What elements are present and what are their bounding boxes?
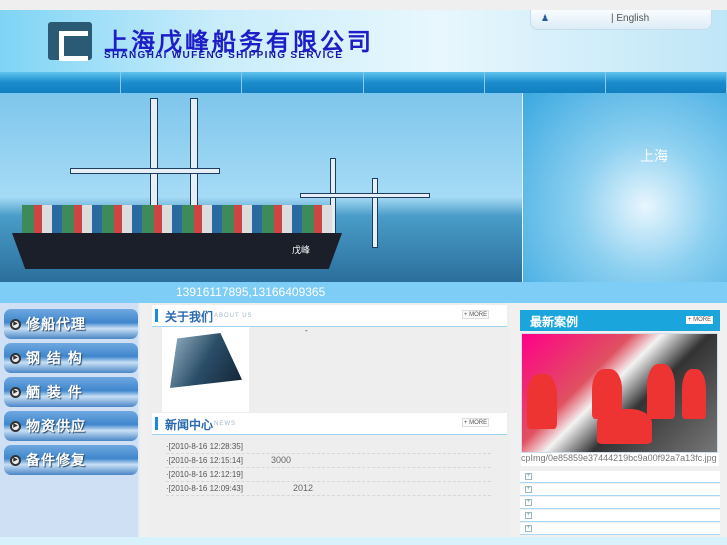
language-box: ♟ | English (530, 10, 712, 30)
english-link[interactable]: | English (611, 13, 649, 24)
globe-label: 上海 (640, 148, 668, 164)
sidebar-item-ship-repair-agency[interactable]: ▶ 修船代理 (4, 309, 138, 339)
play-icon: ▶ (10, 318, 21, 330)
nav-item-1[interactable] (0, 72, 122, 93)
news-title: 新闻中心 (165, 418, 214, 432)
case-list-item[interactable]: + (520, 484, 720, 496)
case-list-item[interactable]: + (520, 471, 720, 483)
play-icon: ▶ (10, 420, 21, 432)
news-item[interactable]: ·[2010-8-16 12:15:14] 3000 (166, 454, 491, 468)
news-subtitle: NEWS (214, 421, 236, 427)
nav-item-4[interactable] (364, 72, 485, 93)
crane (70, 168, 220, 174)
ship-name: 戊峰 (292, 245, 311, 255)
crane (300, 193, 430, 198)
nav-item-6[interactable] (606, 72, 727, 93)
case-list-item[interactable]: + (520, 510, 720, 522)
user-icon: ♟ (541, 13, 550, 23)
company-logo[interactable] (48, 22, 92, 61)
main-nav (0, 72, 727, 93)
news-more-button[interactable]: + MORE (462, 418, 489, 427)
crane (150, 98, 158, 208)
worker (682, 369, 706, 419)
news-time: ·[2010-8-16 12:15:14] (166, 456, 243, 465)
sidebar-item-label: 钢 结 构 (26, 351, 83, 367)
banner-ship-image: 戊峰 (0, 93, 522, 282)
about-text: - (305, 326, 308, 335)
about-header: 关于我们 ABOUT US + MORE (152, 305, 507, 327)
about-more-button[interactable]: + MORE (462, 310, 489, 319)
about-subtitle: ABOUT US (214, 313, 253, 319)
nav-item-3[interactable] (242, 72, 364, 93)
worker (527, 374, 557, 429)
plus-box-icon: + (525, 473, 532, 480)
sidebar-item-label: 备件修复 (26, 453, 86, 469)
sidebar-item-label: 舾 装 件 (26, 385, 83, 401)
sidebar-item-outfitting[interactable]: ▶ 舾 装 件 (4, 377, 138, 407)
news-item[interactable]: ·[2010-8-16 12:12:19] (166, 468, 491, 482)
company-name-en: SHANGHAI WUFENG SHIPPING SERVICE (104, 50, 344, 61)
nav-item-2[interactable] (121, 72, 243, 93)
sidebar-item-spare-parts-repair[interactable]: ▶ 备件修复 (4, 445, 138, 475)
case-list-item[interactable]: + (520, 497, 720, 509)
news-time: ·[2010-8-16 12:28:35] (166, 442, 243, 451)
phone-numbers: 13916117895,13166409365 (176, 285, 326, 299)
news-header: 新闻中心 NEWS + MORE (152, 413, 507, 435)
section-marker (155, 417, 158, 430)
play-icon: ▶ (10, 454, 21, 466)
play-icon: ▶ (10, 352, 21, 364)
worker (597, 409, 652, 444)
plus-box-icon: + (525, 486, 532, 493)
sidebar-item-supplies[interactable]: ▶ 物资供应 (4, 411, 138, 441)
worker (647, 364, 675, 419)
plus-box-icon: + (525, 512, 532, 519)
crane (372, 178, 378, 248)
case-image[interactable] (521, 333, 718, 453)
sidebar-item-steel-structure[interactable]: ▶ 钢 结 构 (4, 343, 138, 373)
globe-image (523, 93, 727, 282)
sidebar: ▶ 修船代理 ▶ 钢 结 构 ▶ 舾 装 件 ▶ 物资供应 ▶ 备件修复 (0, 303, 140, 537)
case-caption: cpImg/0e85859e37444219bc9a00f92a7a13fc.j… (521, 453, 719, 466)
footer-strip (0, 537, 727, 545)
cargo-containers (22, 205, 332, 235)
news-time: ·[2010-8-16 12:09:43] (166, 484, 243, 493)
top-strip (0, 0, 727, 10)
plus-box-icon: + (525, 499, 532, 506)
sidebar-item-label: 修船代理 (26, 317, 86, 333)
news-title-text: 3000 (271, 455, 292, 465)
news-item[interactable]: ·[2010-8-16 12:28:35] (166, 440, 491, 454)
nav-item-5[interactable] (485, 72, 606, 93)
crane (190, 98, 198, 208)
news-item[interactable]: ·[2010-8-16 12:09:43] 2012 (166, 482, 491, 496)
plus-box-icon: + (525, 525, 532, 532)
case-list-item[interactable]: + (520, 523, 720, 535)
section-marker (155, 309, 158, 322)
sidebar-item-label: 物资供应 (26, 419, 86, 435)
news-time: ·[2010-8-16 12:12:19] (166, 470, 243, 479)
news-title-text: 2012 (293, 483, 314, 493)
cases-more-button[interactable]: + MORE (686, 316, 713, 324)
about-title: 关于我们 (165, 310, 214, 324)
phone-bar (0, 282, 727, 303)
cases-title: 最新案例 (530, 315, 579, 329)
play-icon: ▶ (10, 386, 21, 398)
